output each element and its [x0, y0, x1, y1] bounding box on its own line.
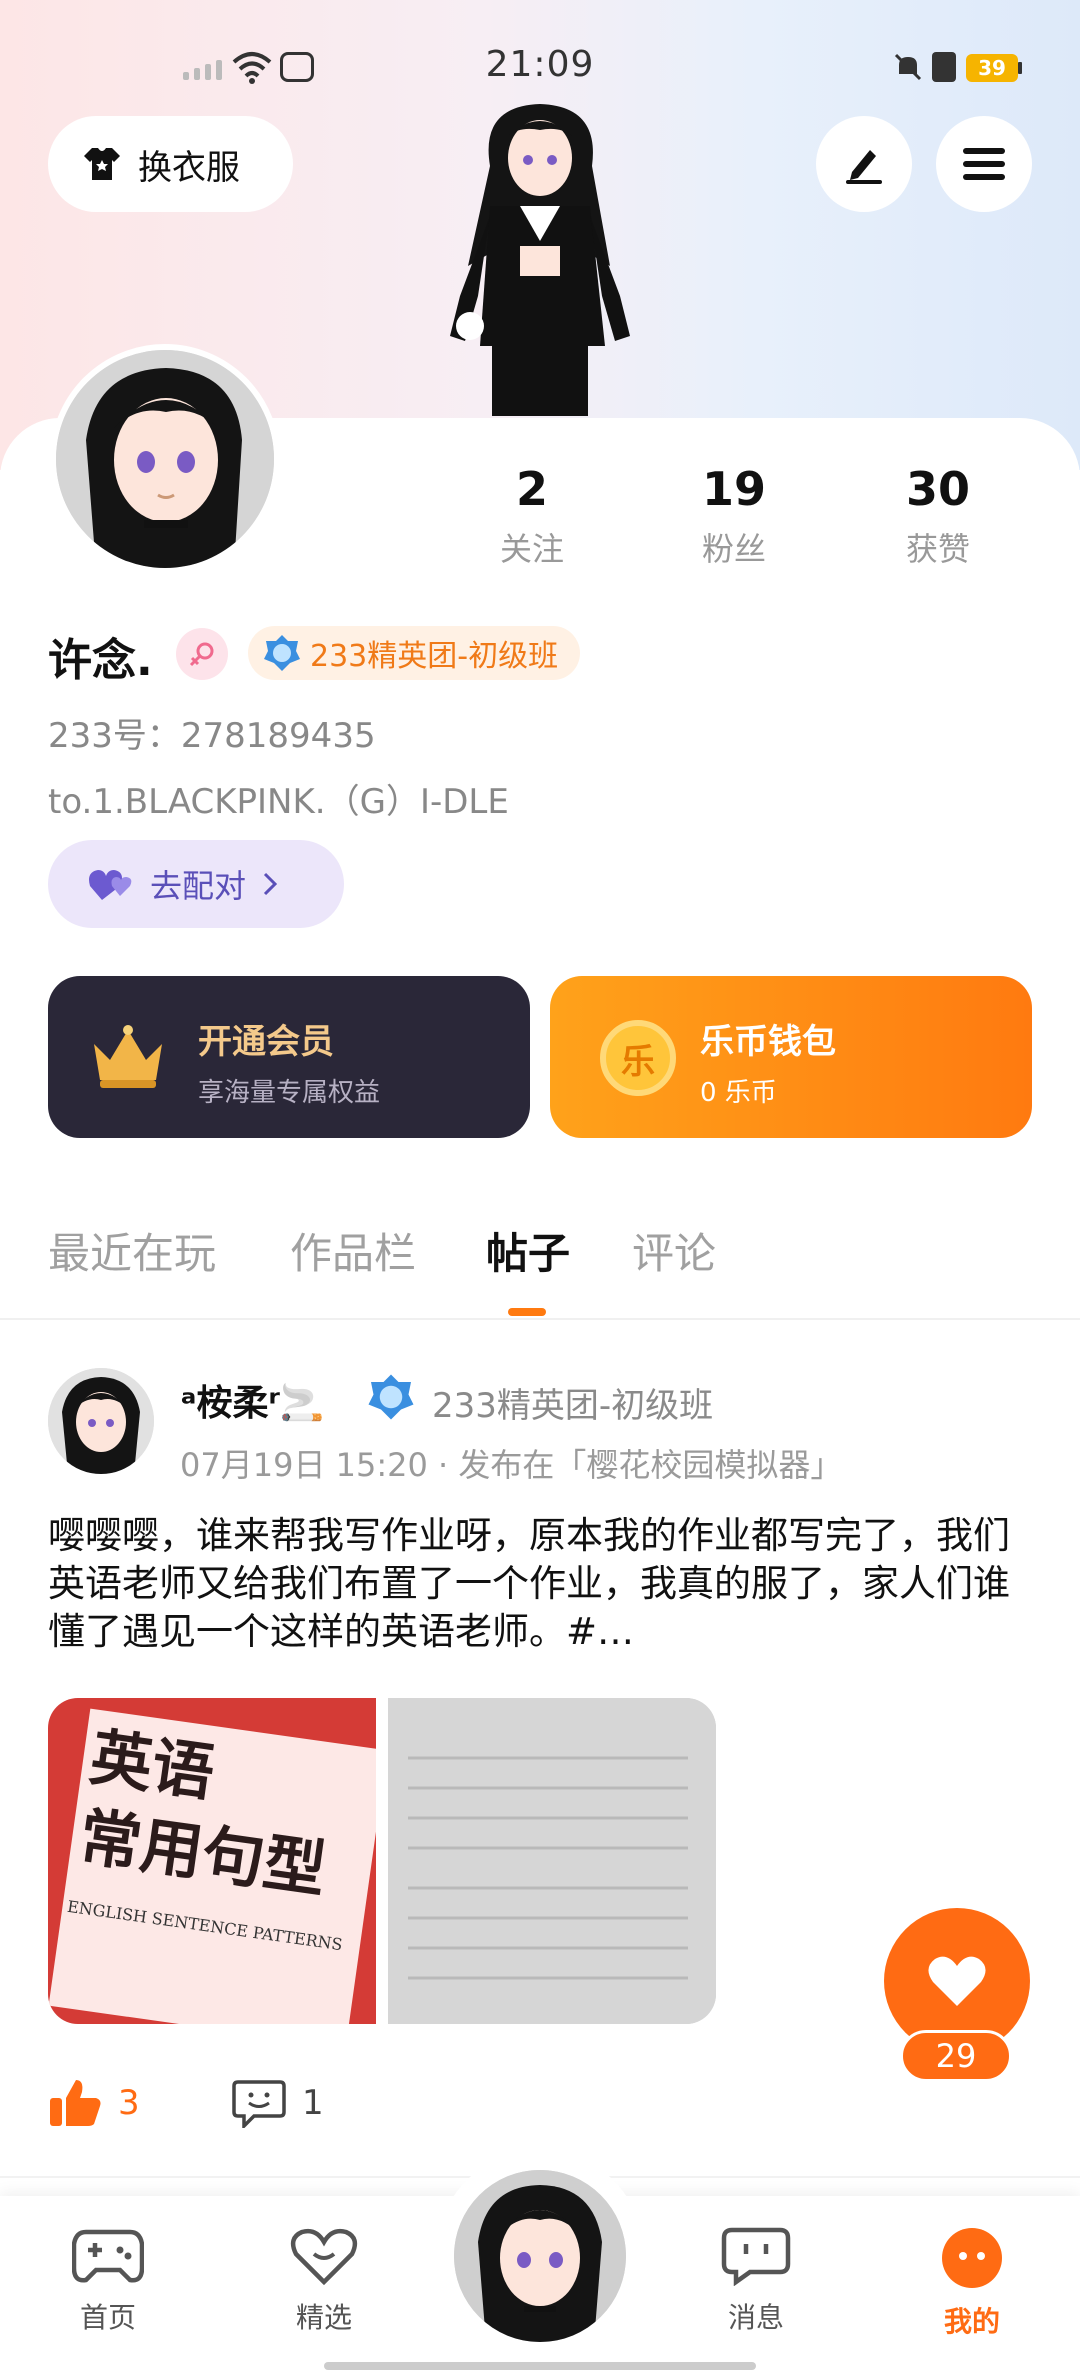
vip-title: 开通会员: [198, 1022, 334, 1062]
nav-label: 精选: [295, 2301, 352, 2334]
profile-face-icon: [942, 2228, 1002, 2288]
menu-button[interactable]: [936, 116, 1032, 212]
stat-following[interactable]: 2 关注: [452, 462, 612, 570]
vip-membership-card[interactable]: 开通会员 享海量专属权益: [48, 976, 530, 1138]
post-comment-button[interactable]: 1: [232, 2078, 324, 2128]
stat-value: 30: [905, 462, 970, 516]
stat-label: 粉丝: [701, 530, 766, 568]
tab-comments[interactable]: 评论: [632, 1220, 716, 1281]
wallet-title: 乐币钱包: [700, 1022, 836, 1062]
active-tab-indicator: [508, 1308, 546, 1316]
mute-icon: [894, 53, 922, 81]
nav-mine[interactable]: 我的: [902, 2226, 1042, 2340]
medal-icon: [264, 635, 300, 671]
vip-subtitle: 享海量专属权益: [198, 1078, 381, 1108]
heart-icon: [928, 1956, 986, 2006]
pencil-icon: [846, 150, 882, 184]
username: 许念.: [48, 635, 153, 686]
wallet-balance: 0 乐币: [700, 1078, 777, 1108]
nav-featured[interactable]: 精选: [254, 2226, 394, 2336]
stat-value: 19: [701, 462, 766, 516]
tabs-divider: [0, 1318, 1080, 1320]
thumbs-up-icon: [50, 2080, 101, 2126]
stat-followers[interactable]: 19 粉丝: [654, 462, 814, 570]
elite-team-badge[interactable]: 233精英团-初级班: [248, 626, 581, 680]
post-author-avatar[interactable]: [48, 1368, 154, 1474]
profile-tabs: 最近在玩 作品栏 帖子 评论: [0, 1220, 1080, 1320]
outfit-label: 换衣服: [138, 147, 240, 188]
edit-profile-button[interactable]: [816, 116, 912, 212]
user-bio: to.1.BLACKPINK.（G）I-DLE: [48, 782, 509, 822]
match-button[interactable]: 去配对: [48, 840, 344, 928]
nav-messages[interactable]: 消息: [686, 2226, 826, 2336]
nav-label: 首页: [79, 2301, 136, 2334]
avatar-image: [56, 350, 274, 568]
worksheet-image: [388, 1698, 716, 2024]
coin-icon: 乐: [600, 1020, 676, 1096]
medal-icon: [368, 1374, 414, 1420]
gamepad-icon: [71, 2229, 145, 2283]
post-author-name[interactable]: ᵃ桉柔ʳ🚬: [180, 1374, 325, 1426]
character-avatar-3d: [450, 104, 630, 416]
profile-avatar[interactable]: [50, 344, 280, 574]
tab-recent-played[interactable]: 最近在玩: [48, 1220, 216, 1281]
home-indicator[interactable]: [324, 2362, 756, 2370]
hamburger-icon: [963, 148, 1005, 180]
tshirt-icon: [84, 148, 120, 180]
post-author-badge: 233精英团-初级班: [432, 1386, 714, 1426]
post-image-2[interactable]: [388, 1698, 716, 2024]
stat-likes[interactable]: 30 获赞: [858, 462, 1018, 570]
stat-value: 2: [515, 462, 548, 516]
tab-posts[interactable]: 帖子: [486, 1220, 570, 1281]
avatar-image: [454, 2170, 626, 2342]
post-comment-count: 1: [302, 2083, 324, 2123]
post-like-count: 3: [118, 2083, 140, 2123]
coin-wallet-card[interactable]: 乐 乐币钱包 0 乐币: [550, 976, 1032, 1138]
comment-icon: [232, 2080, 286, 2128]
chat-icon: [721, 2227, 791, 2287]
nav-avatar-button[interactable]: [454, 2170, 626, 2342]
crown-icon: [94, 1025, 162, 1088]
avatar-image: [48, 1368, 154, 1474]
stat-label: 关注: [499, 530, 564, 568]
book-title: 英语 常用句型: [74, 1718, 342, 1911]
user-id[interactable]: 233号：278189435: [48, 708, 376, 757]
chevron-right-icon: [263, 872, 278, 896]
female-gender-icon: [176, 628, 228, 680]
tab-works[interactable]: 作品栏: [290, 1220, 416, 1281]
heart-smile-icon: [290, 2228, 358, 2286]
sim-icon: [932, 52, 956, 82]
stat-label: 获赞: [905, 530, 970, 568]
battery-cap: [1018, 62, 1022, 74]
profile-stats: 2 关注 19 粉丝 30 获赞: [500, 462, 1040, 572]
like-fab-count: 29: [900, 2030, 1012, 2082]
post-meta: 07月19日 15:20 · 发布在「樱花校园模拟器」: [180, 1446, 843, 1484]
post-like-button[interactable]: 3: [48, 2078, 140, 2128]
nav-label: 我的: [943, 2305, 1000, 2338]
match-label: 去配对: [150, 867, 247, 905]
hearts-icon: [89, 870, 132, 900]
battery-indicator: 39: [966, 54, 1018, 82]
outfit-button[interactable]: 换衣服: [48, 116, 293, 212]
post-body[interactable]: 嘤嘤嘤，谁来帮我写作业呀，原本我的作业都写完了，我们英语老师又给我们布置了一个作…: [48, 1512, 1038, 1656]
elite-badge-label: 233精英团-初级班: [310, 639, 559, 674]
post-image-1[interactable]: 英语 常用句型 ENGLISH SENTENCE PATTERNS: [48, 1698, 376, 2024]
nav-home[interactable]: 首页: [38, 2226, 178, 2336]
nav-label: 消息: [727, 2301, 784, 2334]
